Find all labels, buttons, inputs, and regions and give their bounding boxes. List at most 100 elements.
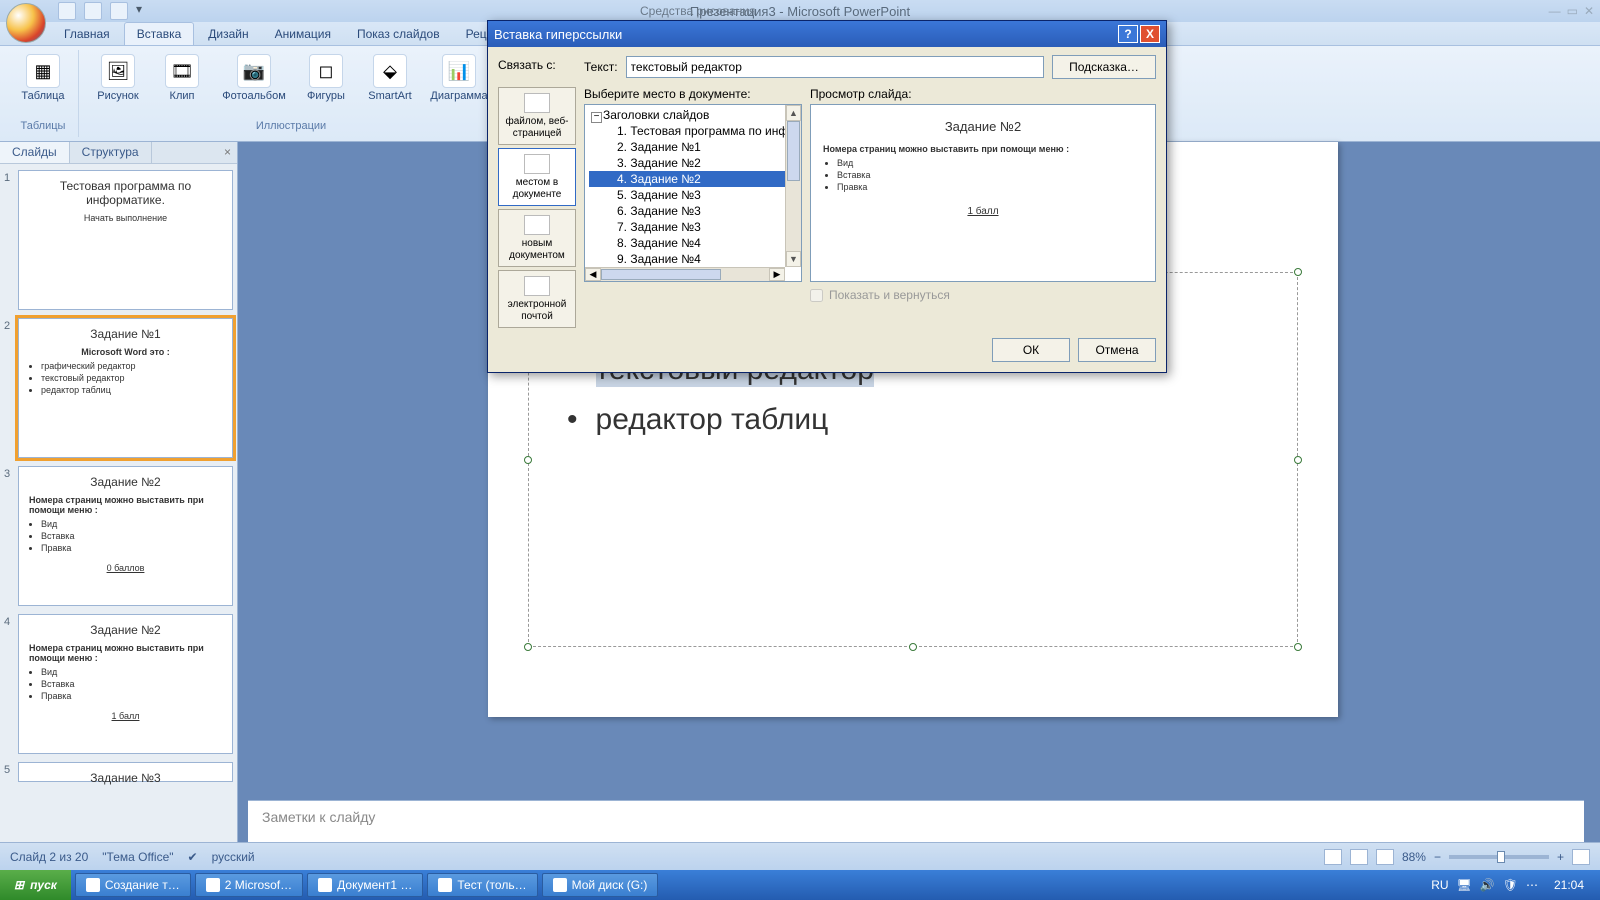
save-icon[interactable] [58,2,76,20]
task-item[interactable]: Мой диск (G:) [542,873,659,897]
tab-design[interactable]: Дизайн [196,23,260,45]
tray-icon[interactable]: 🔊 [1480,878,1495,892]
slide-preview: Задание №2 Номера страниц можно выставит… [810,104,1156,282]
tab-insert[interactable]: Вставка [124,22,195,45]
tree-item[interactable]: 5. Задание №3 [589,187,801,203]
thumb-2[interactable]: 2Задание №1Microsoft Word это :графическ… [4,318,233,458]
app-icon [318,878,332,892]
tab-animation[interactable]: Анимация [263,23,343,45]
thumb-1[interactable]: 1Тестовая программа по информатике.Начат… [4,170,233,310]
btn-photoalbum[interactable]: 📷Фотоальбом [219,54,289,102]
linkto-new[interactable]: новым документом [498,209,576,267]
tab-home[interactable]: Главная [52,23,122,45]
view-sorter-icon[interactable] [1350,849,1368,865]
scroll-right-icon[interactable]: ▶ [769,268,785,281]
smartart-icon: ⬙ [373,54,407,88]
tree-item[interactable]: 1. Тестовая программа по инф [589,123,801,139]
zoom-out-icon[interactable]: − [1434,850,1441,864]
dialog-close-icon[interactable]: X [1140,25,1160,43]
scroll-thumb[interactable] [787,121,800,181]
thumb-5[interactable]: 5Задание №3 [4,762,233,782]
tray-icon[interactable]: ⋯ [1526,878,1538,892]
label-preview: Просмотр слайда: [810,87,1156,101]
hint-button[interactable]: Подсказка… [1052,55,1156,79]
btn-chart[interactable]: 📊Диаграмма [427,54,491,102]
place-tree[interactable]: Заголовки слайдов 1. Тестовая программа … [584,104,802,282]
linkto-mail[interactable]: электронной почтой [498,270,576,328]
resize-handle[interactable] [1294,643,1302,651]
task-item[interactable]: Создание т… [75,873,191,897]
scroll-up-icon[interactable]: ▲ [786,105,801,121]
status-language[interactable]: русский [212,850,255,864]
thumbnails[interactable]: 1Тестовая программа по информатике.Начат… [0,164,237,842]
task-item[interactable]: Документ1 … [307,873,423,897]
panel-tab-outline[interactable]: Структура [70,142,152,163]
zoom-value[interactable]: 88% [1402,850,1426,864]
picture-icon: 🖼 [101,54,135,88]
tree-item-selected[interactable]: 4. Задание №2 [589,171,801,187]
tray-icon[interactable]: 🖥 [1457,878,1472,892]
dialog-help-icon[interactable]: ? [1118,25,1138,43]
tree-item[interactable]: 8. Задание №4 [589,235,801,251]
group-tables: ▦Таблица Таблицы [8,50,79,137]
zoom-slider[interactable] [1449,855,1549,859]
resize-handle[interactable] [1294,456,1302,464]
dialog-title: Вставка гиперссылки [494,27,622,42]
place-in-doc-icon [524,154,550,174]
fit-icon[interactable] [1572,849,1590,865]
tree-item[interactable]: 6. Задание №3 [589,203,801,219]
tree-item[interactable]: 2. Задание №1 [589,139,801,155]
btn-clip[interactable]: 🎞Клип [155,54,209,102]
maximize-icon[interactable]: ▭ [1567,4,1578,18]
close-icon[interactable]: ✕ [1584,4,1594,18]
dialog-titlebar[interactable]: Вставка гиперссылки ? X [488,21,1166,47]
spellcheck-icon[interactable]: ✔ [188,850,198,864]
qat-more-icon[interactable]: ▾ [136,2,146,20]
text-input[interactable] [626,56,1044,78]
tab-slideshow[interactable]: Показ слайдов [345,23,452,45]
zoom-thumb[interactable] [1497,851,1505,863]
panel-close-icon[interactable]: × [218,142,237,163]
btn-smartart[interactable]: ⬙SmartArt [363,54,417,102]
notes-pane[interactable]: Заметки к слайду [248,800,1584,842]
minimize-icon[interactable]: — [1549,4,1561,18]
view-slideshow-icon[interactable] [1376,849,1394,865]
ok-button[interactable]: ОК [992,338,1070,362]
preview-link: 1 балл [823,206,1143,217]
task-item[interactable]: Тест (толь… [427,873,537,897]
panel-tabs: Слайды Структура × [0,142,237,164]
scroll-hthumb[interactable] [601,269,721,280]
resize-handle[interactable] [524,456,532,464]
resize-handle[interactable] [524,643,532,651]
tree-vscrollbar[interactable]: ▲▼ [785,105,801,267]
scroll-left-icon[interactable]: ◀ [585,268,601,281]
resize-handle[interactable] [909,643,917,651]
panel-tab-slides[interactable]: Слайды [0,142,70,163]
task-item[interactable]: 2 Microsof… [195,873,303,897]
scroll-down-icon[interactable]: ▼ [786,251,801,267]
office-button[interactable] [6,3,46,43]
linkto-place[interactable]: местом в документе [498,148,576,206]
linkto-file[interactable]: файлом, веб-страницей [498,87,576,145]
cancel-button[interactable]: Отмена [1078,338,1156,362]
tree-item[interactable]: 7. Задание №3 [589,219,801,235]
view-normal-icon[interactable] [1324,849,1342,865]
resize-handle[interactable] [1294,268,1302,276]
btn-table[interactable]: ▦Таблица [16,54,70,102]
tree-hscrollbar[interactable]: ◀▶ [585,267,785,281]
btn-shapes[interactable]: ◻Фигуры [299,54,353,102]
redo-icon[interactable] [110,2,128,20]
tray-icon[interactable]: 🛡 [1503,878,1518,892]
app-icon [438,878,452,892]
tray-lang[interactable]: RU [1431,878,1448,892]
undo-icon[interactable] [84,2,102,20]
thumb-4[interactable]: 4Задание №2Номера страниц можно выставит… [4,614,233,754]
tree-item[interactable]: 3. Задание №2 [589,155,801,171]
tray-clock[interactable]: 21:04 [1546,878,1592,892]
btn-picture[interactable]: 🖼Рисунок [91,54,145,102]
tree-root[interactable]: Заголовки слайдов [589,107,801,123]
thumb-3[interactable]: 3Задание №2Номера страниц можно выставит… [4,466,233,606]
tree-item[interactable]: 9. Задание №4 [589,251,801,267]
zoom-in-icon[interactable]: + [1557,850,1564,864]
start-button[interactable]: ⊞пуск [0,870,71,900]
